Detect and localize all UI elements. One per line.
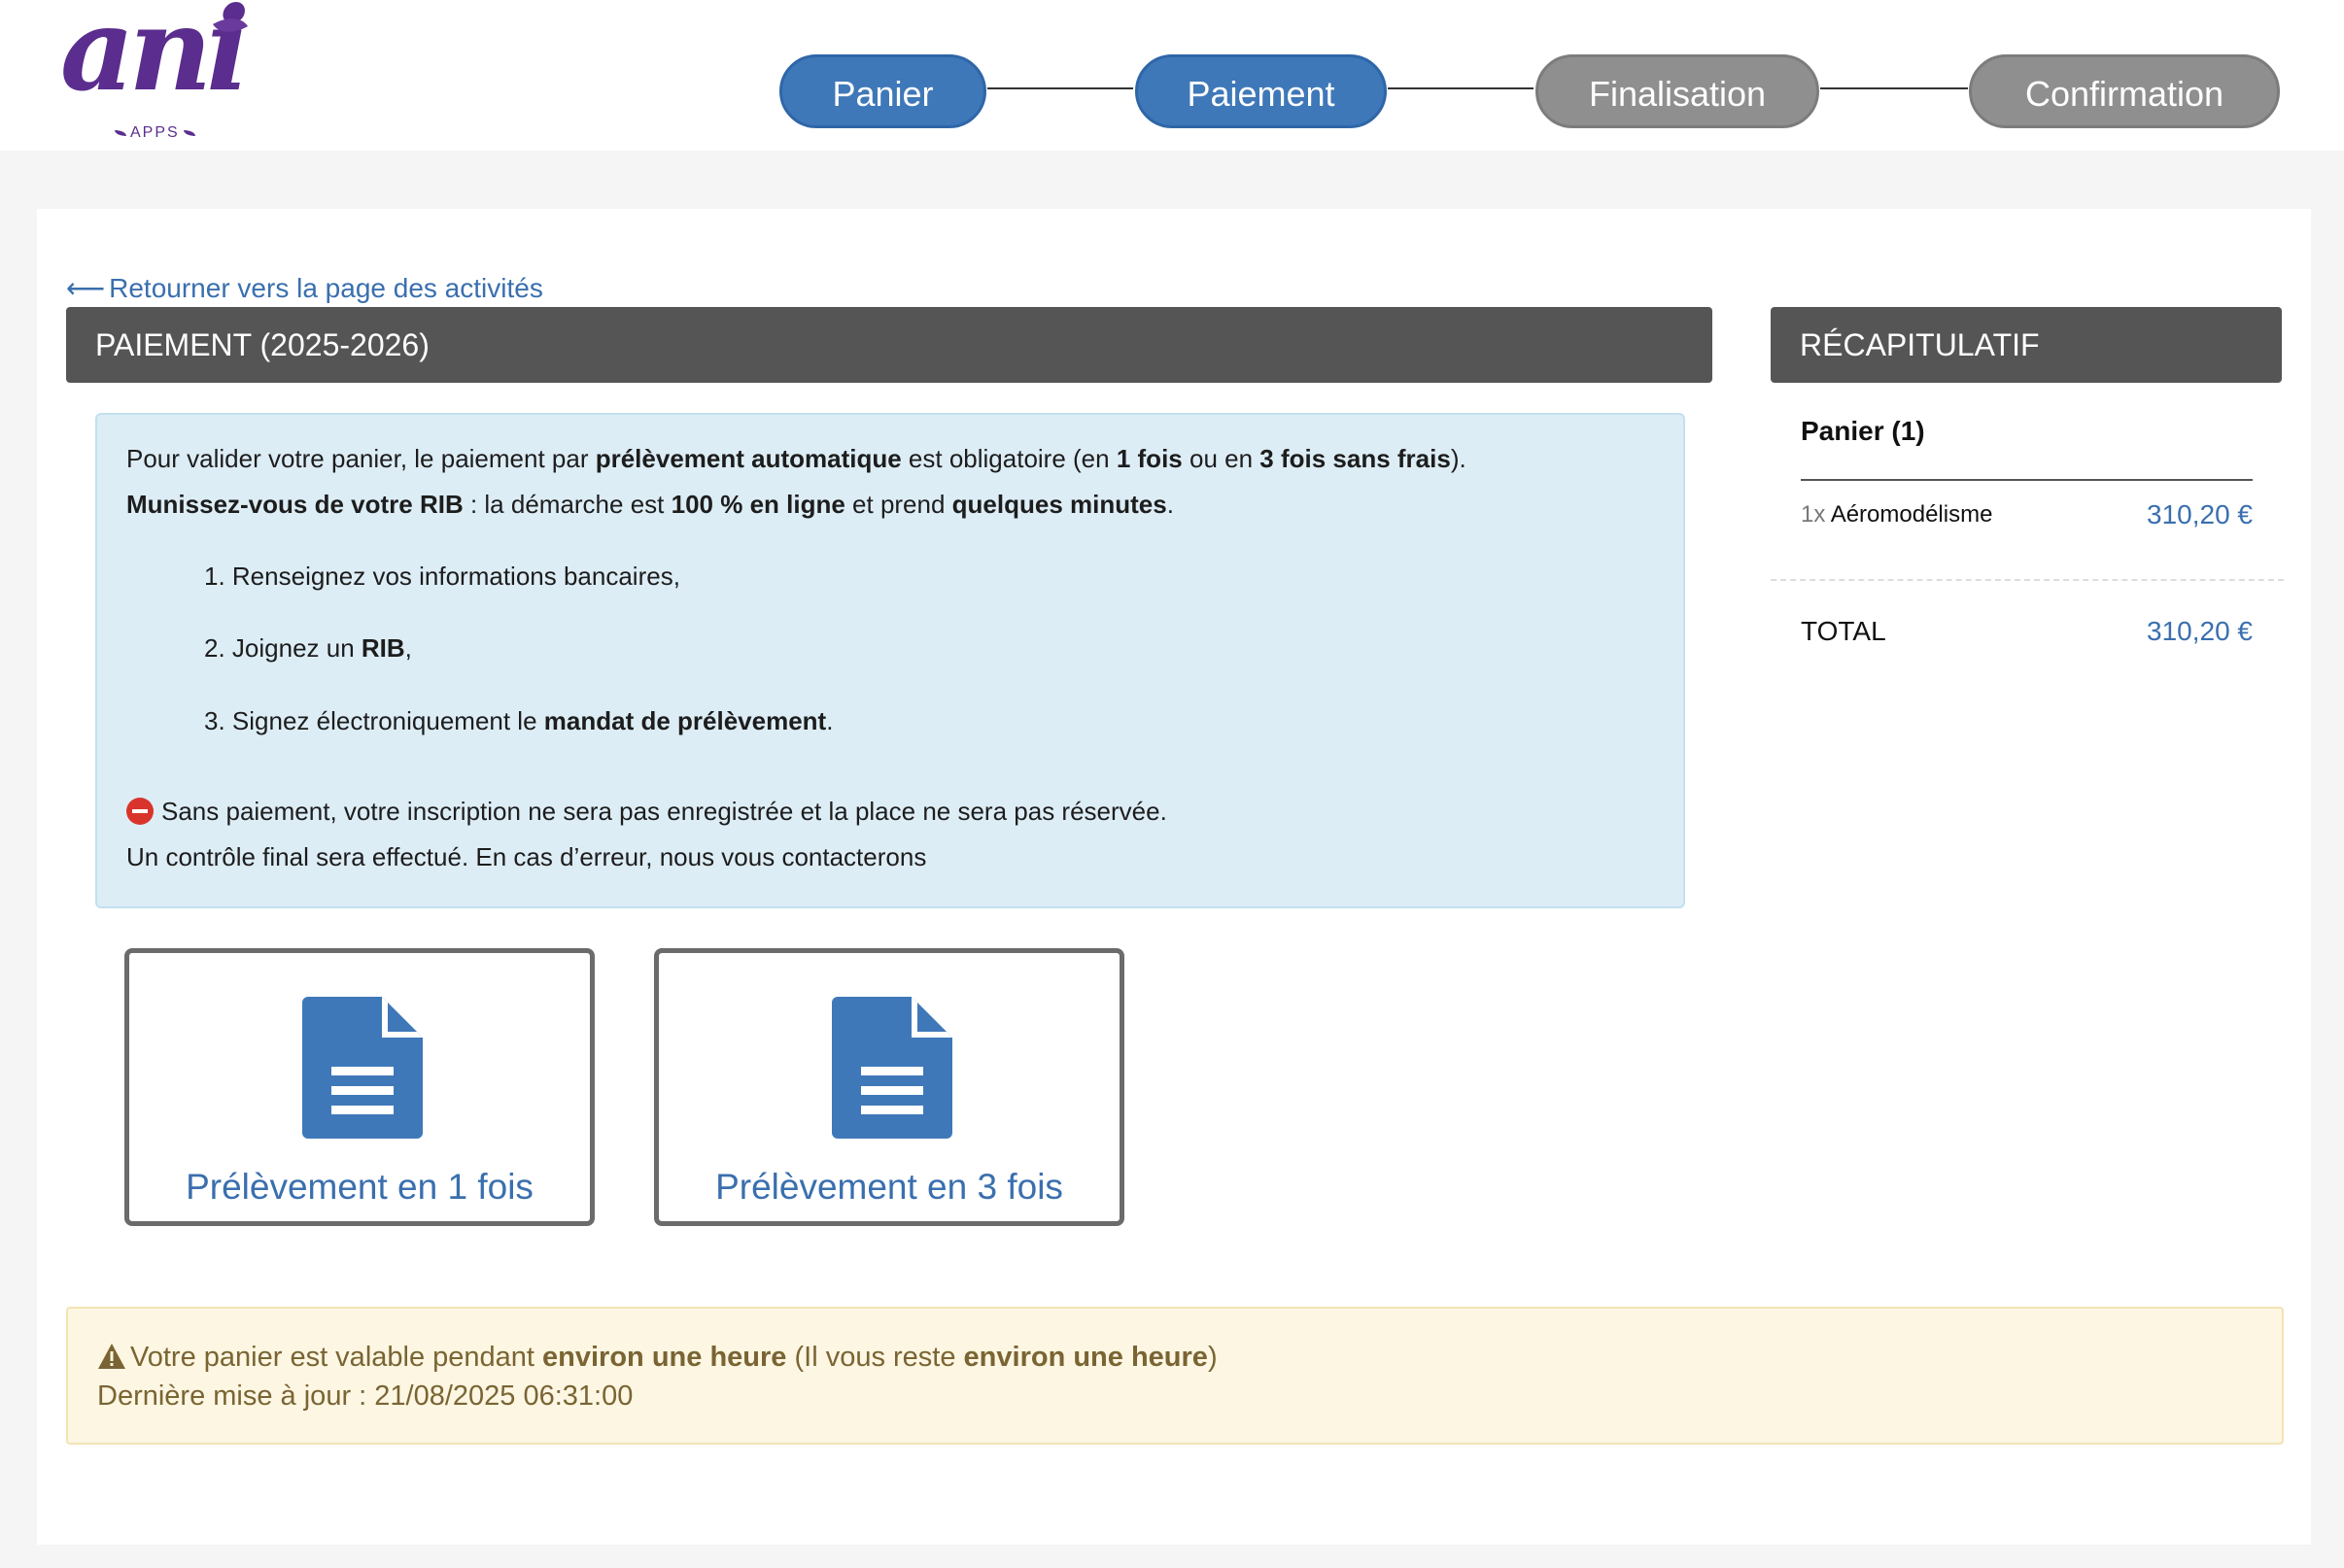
- info-text: Pour valider votre panier, le paiement p…: [126, 444, 596, 473]
- step-finalisation: Finalisation: [1535, 54, 1819, 128]
- step-connector: [1388, 87, 1534, 89]
- info-bold: Munissez-vous de votre RIB: [126, 490, 464, 519]
- arrow-left-icon: ⟵: [66, 273, 106, 303]
- info-text: ,: [404, 633, 412, 663]
- logo-subtitle: APPS: [111, 124, 199, 142]
- document-icon: [302, 997, 423, 1139]
- summary-cart-label: Panier (1): [1801, 416, 1925, 446]
- info-step-2: 2. Joignez un RIB,: [204, 633, 412, 664]
- ani-apps-logo[interactable]: ani APPS: [60, 0, 250, 148]
- payment-info-box: Pour valider votre panier, le paiement p…: [95, 413, 1685, 908]
- info-bold: 3 fois sans frais: [1259, 444, 1451, 473]
- info-text: .: [826, 706, 834, 735]
- step-confirmation: Confirmation: [1969, 54, 2280, 128]
- info-control-line: Un contrôle final sera effectué. En cas …: [126, 842, 927, 871]
- summary-panel-title: RÉCAPITULATIF: [1771, 307, 2282, 383]
- top-header: ani APPS Panier Paiement Finalisation Co…: [0, 0, 2344, 151]
- warning-icon: [98, 1344, 125, 1369]
- pay-three-times-label: Prélèvement en 3 fois: [715, 1167, 1063, 1207]
- pay-once-option[interactable]: Prélèvement en 1 fois: [124, 948, 595, 1226]
- info-text: .: [1166, 490, 1174, 519]
- notice-text: Votre panier est valable pendant: [130, 1342, 543, 1373]
- summary-total-value: 310,20 €: [2147, 616, 2253, 646]
- info-text: 3. Signez électroniquement le: [204, 706, 544, 735]
- summary-divider: [1801, 479, 2253, 481]
- document-icon: [832, 997, 952, 1139]
- cart-validity-notice: Votre panier est valable pendant environ…: [66, 1307, 2284, 1445]
- item-quantity: 1x: [1801, 501, 1826, 528]
- info-text: et prend: [845, 490, 952, 519]
- notice-bold: environ une heure: [542, 1342, 787, 1373]
- info-bold: prélèvement automatique: [595, 444, 902, 473]
- notice-text: (Il vous reste: [786, 1342, 964, 1373]
- step-connector: [987, 87, 1133, 89]
- info-text: : la démarche est: [463, 490, 672, 519]
- notice-bold: environ une heure: [963, 1342, 1208, 1373]
- notice-last-update: Dernière mise à jour : 21/08/2025 06:31:…: [97, 1381, 634, 1412]
- step-panier[interactable]: Panier: [779, 54, 986, 128]
- no-entry-icon: [126, 798, 154, 825]
- info-bold: RIB: [361, 633, 405, 663]
- back-to-activities-link[interactable]: ⟵ Retourner vers la page des activités: [66, 272, 543, 304]
- info-bold: 100 % en ligne: [671, 490, 845, 519]
- info-step-3: 3. Signez électroniquement le mandat de …: [204, 706, 833, 736]
- info-warning-line: Sans paiement, votre inscription ne sera…: [126, 797, 1167, 827]
- info-text: ).: [1450, 444, 1466, 473]
- summary-total-label: TOTAL: [1801, 616, 1886, 646]
- info-text: ou en: [1182, 444, 1260, 473]
- item-name: Aéromodélisme: [1830, 501, 1993, 528]
- info-bold: 1 fois: [1116, 444, 1183, 473]
- back-link-label: Retourner vers la page des activités: [109, 273, 543, 303]
- pay-three-times-option[interactable]: Prélèvement en 3 fois: [654, 948, 1124, 1226]
- step-connector: [1820, 87, 1968, 89]
- summary-dashed-divider: [1771, 579, 2284, 581]
- info-bold: mandat de prélèvement: [543, 706, 827, 735]
- logo-text: ani: [60, 0, 250, 117]
- pay-once-label: Prélèvement en 1 fois: [186, 1167, 534, 1207]
- item-price: 310,20 €: [2147, 499, 2253, 529]
- notice-line-1: Votre panier est valable pendant environ…: [97, 1342, 1218, 1374]
- summary-item: 1x Aéromodélisme: [1801, 501, 1992, 528]
- info-text: 2. Joignez un: [204, 633, 362, 663]
- info-line-2: Munissez-vous de votre RIB : la démarche…: [126, 490, 1174, 520]
- payment-panel-title: PAIEMENT (2025-2026): [66, 307, 1712, 383]
- info-bold: quelques minutes: [951, 490, 1167, 519]
- info-line-1: Pour valider votre panier, le paiement p…: [126, 444, 1466, 474]
- notice-text: ): [1207, 1342, 1218, 1373]
- info-text: est obligatoire (en: [901, 444, 1117, 473]
- info-warning-text: Sans paiement, votre inscription ne sera…: [161, 797, 1167, 826]
- info-step-1: 1. Renseignez vos informations bancaires…: [204, 562, 680, 591]
- step-paiement[interactable]: Paiement: [1135, 54, 1387, 128]
